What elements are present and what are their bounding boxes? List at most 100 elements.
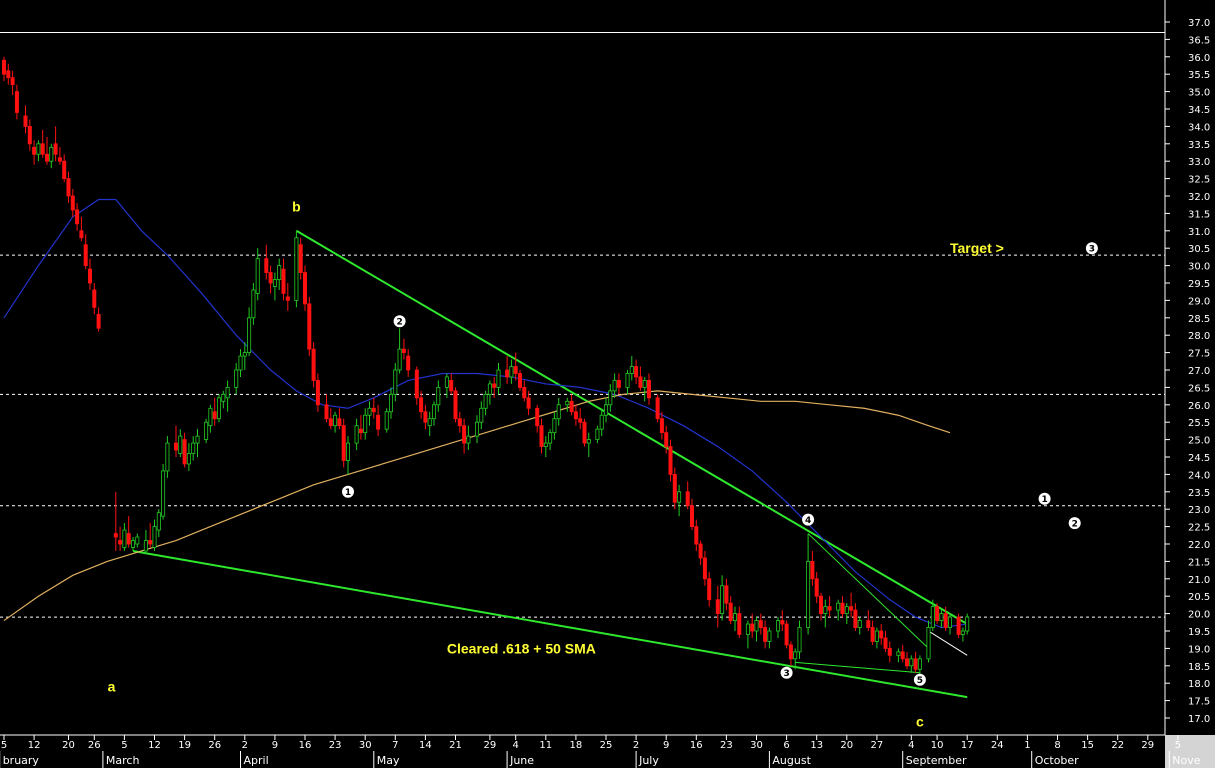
candle-body [582,421,587,444]
candle-body [548,432,553,444]
wave-letter-label: b [292,198,301,214]
x-tick-label: 29 [484,740,497,751]
candle-body [427,418,432,427]
wave-number-label: 3 [1089,244,1095,254]
candle-body [668,446,673,475]
candle-body [909,658,914,667]
x-tick-label: 13 [810,740,823,751]
candle-body [212,411,217,420]
x-tick-label: 23 [720,740,733,751]
x-tick-label: 26 [208,740,221,751]
x-tick-label: 5 [1175,740,1181,751]
candle-body [578,418,583,423]
y-tick-label: 22.5 [1188,523,1210,534]
x-tick-label: 29 [1141,740,1154,751]
candle-body [88,268,93,284]
candle-body [143,540,148,552]
candle-body [255,258,260,294]
x-tick-label: 6 [783,740,789,751]
wave-letter-label: a [108,679,116,695]
candle-body [345,442,350,461]
candle-body [552,418,557,434]
chart-note: Cleared .618 + 50 SMA [447,640,596,656]
candle-body [616,380,621,388]
candle-body [930,606,935,628]
x-tick-label: 5 [1,740,7,751]
y-tick-label: 36.0 [1188,53,1210,64]
candle-body [672,473,677,503]
candle-body [535,407,540,427]
candle-body [92,289,97,308]
candle-body [784,623,789,646]
candle-body [234,369,239,388]
candle-body [165,442,170,472]
candle-body [866,620,871,628]
candle-body [2,59,7,75]
candle-body [191,442,196,454]
x-tick-label: 8 [1054,740,1060,751]
candle-body [707,578,712,601]
candle-body [70,195,75,211]
candle-body [307,303,312,350]
y-tick-label: 25.5 [1188,418,1210,429]
plot-background [0,0,1165,735]
candle-body [595,428,600,441]
y-tick-label: 32.0 [1188,192,1210,203]
candle-body [27,126,32,145]
candle-body [526,397,531,409]
wave-number-label: 3 [783,669,789,679]
wave-letter-label: c [916,713,924,729]
y-tick-label: 17.0 [1188,714,1210,725]
candle-body [664,432,669,447]
candle-body [905,658,910,667]
candle-body [543,442,548,447]
y-tick-label: 19.5 [1188,627,1210,638]
candle-body [161,470,166,517]
candle-body [793,651,798,660]
y-tick-label: 30.5 [1188,244,1210,255]
y-tick-label: 23.5 [1188,488,1210,499]
candle-body [857,620,862,628]
y-tick-label: 20.0 [1188,610,1210,621]
x-tick-label: 1 [1024,740,1030,751]
candle-body [148,540,153,545]
candle-body [724,585,729,604]
candle-body [53,143,58,155]
x-tick-label: 14 [419,740,432,751]
candle-body [118,540,123,545]
candle-body [75,209,80,225]
candle-body [690,505,695,528]
candle-body [913,658,918,670]
candle-body [810,561,815,580]
candle-body [728,602,733,621]
candle-body [388,393,393,413]
candle-body [315,380,320,406]
y-tick-label: 26.5 [1188,383,1210,394]
y-tick-label: 28.5 [1188,314,1210,325]
candle-body [694,526,699,545]
candle-body [277,265,282,280]
candle-body [483,393,488,409]
candle-body [569,400,574,413]
month-label: Nove [1172,754,1200,767]
candle-body [358,428,363,434]
candle-body [634,366,639,378]
candle-body [539,425,544,447]
candle-body [285,296,290,301]
x-tick-label: 20 [62,740,75,751]
candle-body [216,397,221,420]
candle-body [960,630,965,635]
y-tick-label: 18.0 [1188,679,1210,690]
candle-body [655,397,660,420]
candle-body [302,272,307,305]
month-label: September [906,754,967,767]
candle-body [264,258,269,273]
candle-body [156,512,161,531]
y-tick-label: 26.0 [1188,401,1210,412]
candle-body [956,616,961,635]
chart-note: Target > [950,240,1004,256]
candle-body [178,435,183,454]
x-tick-label: 4 [908,740,914,751]
y-tick-label: 31.0 [1188,227,1210,238]
x-tick-label: 30 [359,740,372,751]
